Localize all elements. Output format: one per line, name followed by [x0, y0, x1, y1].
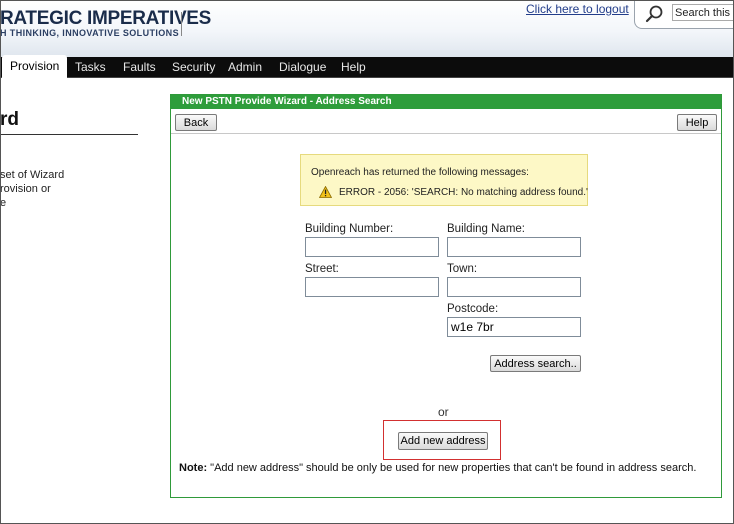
search-icon[interactable]	[645, 4, 665, 24]
brand-name: RATEGIC IMPERATIVES	[0, 8, 212, 29]
message-box: Openreach has returned the following mes…	[300, 154, 588, 206]
site-search	[634, 0, 734, 29]
warning-icon	[318, 185, 333, 198]
nav-admin[interactable]: Admin	[228, 57, 262, 78]
back-button[interactable]: Back	[175, 114, 217, 131]
postcode-label: Postcode:	[447, 303, 499, 315]
page-title: rd	[0, 109, 19, 130]
logout-link[interactable]: Click here to logout	[526, 2, 629, 16]
nav-provision[interactable]: Provision	[2, 55, 68, 78]
wizard-panel: New PSTN Provide Wizard - Address Search…	[170, 94, 722, 498]
street-field[interactable]	[305, 277, 439, 297]
brand-tagline: H THINKING, INNOVATIVE SOLUTIONS	[0, 28, 179, 38]
note-body: "Add new address" should be only be used…	[207, 462, 697, 474]
building-number-field[interactable]	[305, 237, 439, 257]
search-input[interactable]	[672, 4, 734, 21]
town-field[interactable]	[447, 277, 581, 297]
nav-help[interactable]: Help	[341, 57, 366, 78]
add-new-address-button[interactable]: Add new address	[398, 432, 488, 450]
page-description: set of Wizard rovision or e	[0, 169, 65, 209]
street-label: Street:	[305, 263, 339, 275]
wizard-title: New PSTN Provide Wizard - Address Search	[171, 95, 721, 109]
building-number-label: Building Number:	[305, 223, 394, 235]
note-label: Note:	[179, 462, 208, 474]
or-separator: or	[438, 405, 449, 419]
nav-faults[interactable]: Faults	[123, 57, 156, 78]
nav-dialogue[interactable]: Dialogue	[279, 57, 326, 78]
nav-tasks[interactable]: Tasks	[75, 57, 106, 78]
building-name-field[interactable]	[447, 237, 581, 257]
postcode-field[interactable]	[447, 317, 581, 337]
header: RATEGIC IMPERATIVES H THINKING, INNOVATI…	[0, 0, 734, 57]
main-nav: Provision Tasks Faults Security Admin Di…	[0, 55, 734, 78]
error-message: ERROR - 2056: 'SEARCH: No matching addre…	[339, 187, 588, 198]
header-divider	[181, 12, 182, 36]
messages-heading: Openreach has returned the following mes…	[311, 167, 529, 178]
building-name-label: Building Name:	[447, 223, 525, 235]
nav-security[interactable]: Security	[172, 57, 215, 78]
address-search-button[interactable]: Address search..	[490, 355, 581, 372]
town-label: Town:	[447, 263, 478, 275]
wizard-toolbar: Back Help	[171, 109, 721, 134]
title-divider	[0, 134, 138, 135]
help-button[interactable]: Help	[677, 114, 717, 131]
note-text: Note: "Add new address" should be only b…	[179, 462, 696, 474]
